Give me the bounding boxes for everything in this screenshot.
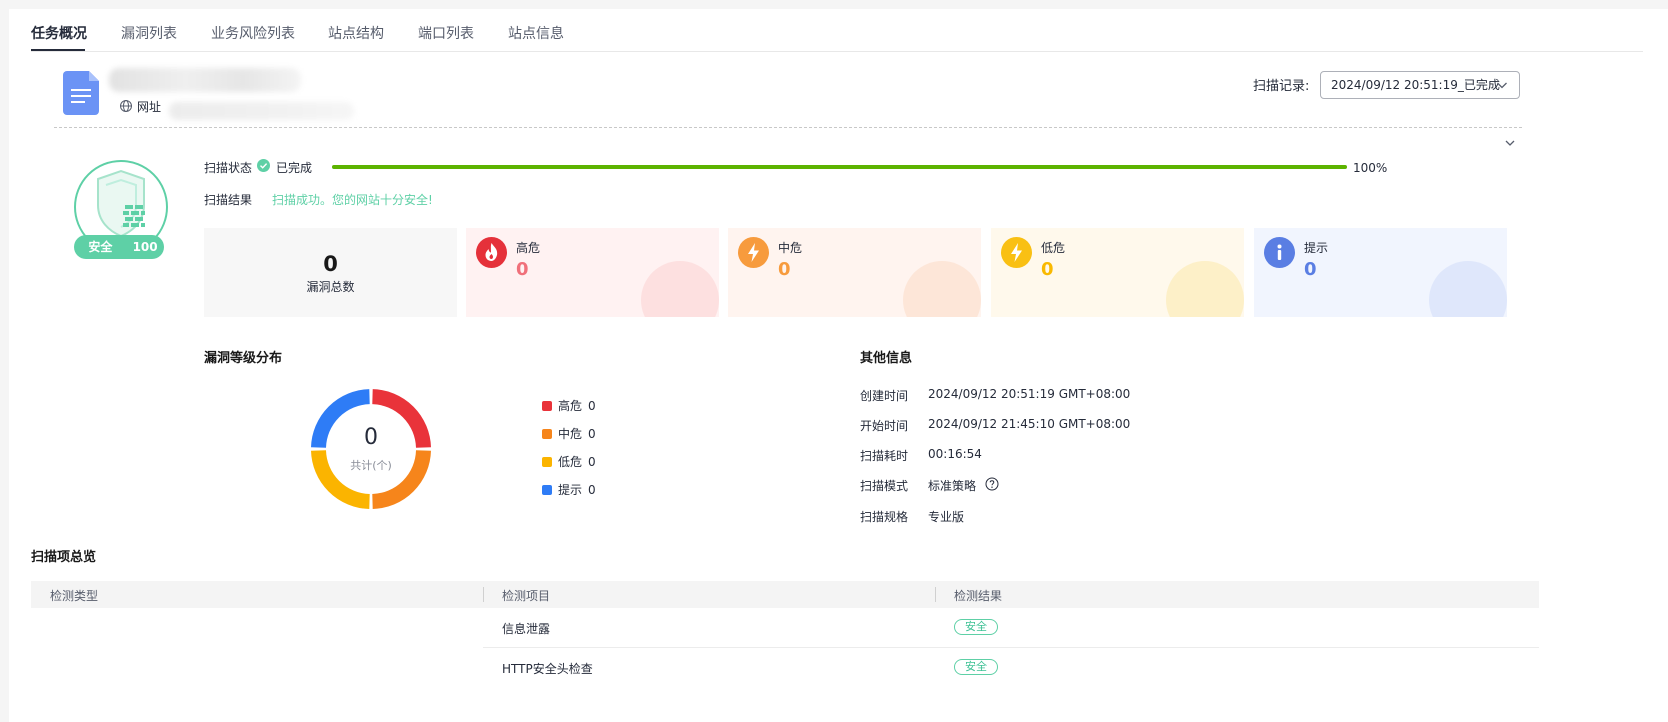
scan-status-label: 扫描状态 xyxy=(204,161,253,175)
created-time-label: 创建时间 xyxy=(860,389,909,403)
scan-progress-bar xyxy=(332,165,1347,169)
total-vulnerabilities-card: 0 漏洞总数 xyxy=(204,228,457,317)
start-time-label: 开始时间 xyxy=(860,419,909,433)
legend-label: 中危 xyxy=(558,427,583,441)
url-label: 网址 xyxy=(137,100,162,114)
scan-mode-label: 扫描模式 xyxy=(860,479,909,493)
other-info-title: 其他信息 xyxy=(860,351,913,366)
legend-label: 高危 xyxy=(558,399,583,413)
tab-vulnerability-list[interactable]: 漏洞列表 xyxy=(121,23,177,43)
legend-swatch xyxy=(542,401,552,411)
legend-count: 0 xyxy=(588,455,596,469)
scan-record-select[interactable]: 2024/09/12 20:51:19_已完成 xyxy=(1320,71,1520,99)
task-overview-panel: 任务概况 漏洞列表 业务风险列表 站点结构 端口列表 站点信息 网址 扫描记录:… xyxy=(9,9,1668,722)
legend-item-low: 低危 0 xyxy=(542,453,596,470)
table-row-divider xyxy=(483,647,1539,648)
legend-label: 提示 xyxy=(558,483,583,497)
distribution-title: 漏洞等级分布 xyxy=(204,351,283,366)
scan-result-text: 扫描成功。您的网站十分安全! xyxy=(272,193,433,207)
legend-count: 0 xyxy=(588,427,596,441)
scan-mode-value: 标准策略 xyxy=(928,479,977,493)
flame-icon xyxy=(476,237,507,268)
chevron-down-icon xyxy=(1497,82,1507,89)
medium-risk-label: 中危 xyxy=(778,241,803,255)
high-risk-count: 0 xyxy=(516,259,529,280)
result-badge: 安全 xyxy=(954,659,998,675)
start-time-value: 2024/09/12 21:45:10 GMT+08:00 xyxy=(928,417,1131,431)
scan-progress-fill xyxy=(332,165,1347,169)
result-badge: 安全 xyxy=(954,619,998,635)
info-count: 0 xyxy=(1304,259,1317,280)
tab-site-info[interactable]: 站点信息 xyxy=(508,23,564,43)
scan-items-table-header: 检测类型 检测项目 检测结果 xyxy=(31,581,1539,608)
collapse-chevron-icon[interactable] xyxy=(1503,136,1517,150)
globe-icon xyxy=(120,100,132,112)
column-divider xyxy=(483,587,484,602)
created-time-value: 2024/09/12 20:51:19 GMT+08:00 xyxy=(928,387,1131,401)
scan-record-label: 扫描记录: xyxy=(1253,79,1310,94)
tab-business-risk-list[interactable]: 业务风险列表 xyxy=(211,23,295,43)
lightning-watermark-icon xyxy=(903,261,981,317)
flame-watermark-icon xyxy=(641,261,719,317)
low-risk-count: 0 xyxy=(1041,259,1054,280)
donut-total-value: 0 xyxy=(364,425,378,450)
tab-bar: 任务概况 漏洞列表 业务风险列表 站点结构 端口列表 站点信息 xyxy=(31,9,1643,52)
document-icon xyxy=(63,71,99,115)
scan-duration-value: 00:16:54 xyxy=(928,447,982,461)
legend-item-high: 高危 0 xyxy=(542,397,596,414)
legend-swatch xyxy=(542,429,552,439)
low-risk-label: 低危 xyxy=(1041,241,1066,255)
lightning-icon xyxy=(1001,237,1032,268)
donut-total-caption: 共计(个) xyxy=(350,459,392,472)
medium-risk-card: 中危 0 xyxy=(728,228,981,317)
info-label: 提示 xyxy=(1304,241,1329,255)
lightning-watermark-icon xyxy=(1166,261,1244,317)
site-name-redacted xyxy=(109,68,301,92)
legend-label: 低危 xyxy=(558,455,583,469)
scan-status-value: 已完成 xyxy=(276,161,313,175)
legend-count: 0 xyxy=(588,483,596,497)
active-tab-indicator xyxy=(31,49,85,51)
tab-task-overview[interactable]: 任务概况 xyxy=(31,23,87,43)
column-header-check-type: 检测类型 xyxy=(50,589,99,603)
lightning-icon xyxy=(738,237,769,268)
column-header-check-item: 检测项目 xyxy=(502,589,551,603)
scan-spec-value: 专业版 xyxy=(928,510,965,524)
legend-item-medium: 中危 0 xyxy=(542,425,596,442)
tab-site-structure[interactable]: 站点结构 xyxy=(328,23,384,43)
medium-risk-count: 0 xyxy=(778,259,791,280)
scan-record-value: 2024/09/12 20:51:19_已完成 xyxy=(1331,78,1500,92)
legend-item-info: 提示 0 xyxy=(542,481,596,498)
total-vulnerabilities-count: 0 xyxy=(323,252,338,276)
table-row-item: HTTP安全头检查 xyxy=(502,662,593,676)
table-row-item: 信息泄露 xyxy=(502,622,551,636)
high-risk-label: 高危 xyxy=(516,241,541,255)
scan-spec-label: 扫描规格 xyxy=(860,510,909,524)
info-watermark-icon xyxy=(1429,261,1507,317)
total-vulnerabilities-label: 漏洞总数 xyxy=(306,280,355,294)
low-risk-card: 低危 0 xyxy=(991,228,1244,317)
scan-duration-label: 扫描耗时 xyxy=(860,449,909,463)
scan-result-label: 扫描结果 xyxy=(204,193,253,207)
info-card: 提示 0 xyxy=(1254,228,1507,317)
legend-swatch xyxy=(542,457,552,467)
check-circle-icon xyxy=(257,159,270,172)
column-divider xyxy=(935,587,936,602)
tab-port-list[interactable]: 端口列表 xyxy=(418,23,474,43)
help-icon[interactable] xyxy=(985,477,999,491)
column-header-check-result: 检测结果 xyxy=(954,589,1003,603)
security-score-badge: 安全 100分 xyxy=(74,235,164,278)
security-level: 安全 xyxy=(88,240,113,254)
site-url-redacted xyxy=(169,102,354,120)
high-risk-card: 高危 0 xyxy=(466,228,719,317)
legend-count: 0 xyxy=(588,399,596,413)
legend-swatch xyxy=(542,485,552,495)
header-divider xyxy=(54,127,1522,128)
scan-progress-text: 100% xyxy=(1353,161,1388,175)
info-icon xyxy=(1264,237,1295,268)
scan-items-title: 扫描项总览 xyxy=(31,550,97,565)
